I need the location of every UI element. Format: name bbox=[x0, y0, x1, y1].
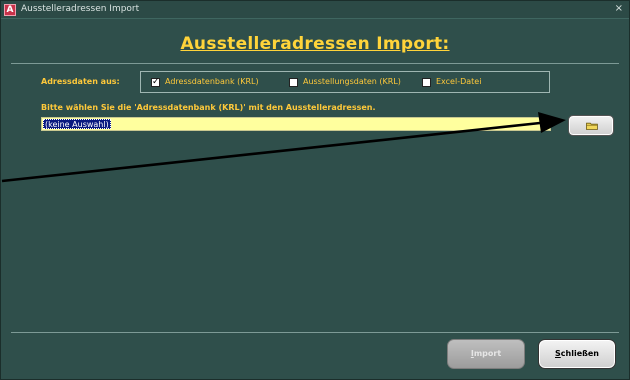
browse-button[interactable] bbox=[568, 115, 614, 136]
top-divider bbox=[11, 63, 619, 64]
close-label-rest: chließen bbox=[560, 349, 599, 358]
import-dialog: A Ausstelleradressen Import × Aussteller… bbox=[0, 0, 630, 380]
file-hint-text: Bitte wählen Sie die 'Adressdatenbank (K… bbox=[41, 103, 376, 112]
checkmark-icon: ✓ bbox=[152, 77, 160, 87]
bottom-divider bbox=[11, 332, 619, 333]
window-title: Ausstelleradressen Import bbox=[21, 4, 140, 14]
file-path-value: (keine Auswahl) bbox=[43, 119, 111, 129]
import-button[interactable]: Import bbox=[447, 339, 525, 369]
option-ausstellungsdaten-label[interactable]: Ausstellungsdaten (KRL) bbox=[303, 77, 401, 86]
source-label: Adressdaten aus: bbox=[41, 77, 120, 86]
access-app-icon: A bbox=[4, 4, 16, 16]
checkbox-adressdatenbank[interactable]: ✓ bbox=[151, 77, 160, 87]
close-button[interactable]: Schließen bbox=[538, 339, 616, 369]
close-icon[interactable]: × bbox=[615, 3, 623, 14]
import-label-rest: mport bbox=[473, 349, 502, 358]
checkbox-ausstellungsdaten[interactable] bbox=[289, 78, 298, 87]
file-path-field[interactable]: (keine Auswahl) bbox=[41, 117, 551, 131]
checkbox-excel-datei[interactable] bbox=[422, 78, 431, 87]
screenshot-stage: A Ausstelleradressen Import × Aussteller… bbox=[0, 0, 630, 380]
option-adressdatenbank-label[interactable]: Adressdatenbank (KRL) bbox=[165, 77, 259, 86]
option-excel-datei-label[interactable]: Excel-Datei bbox=[436, 77, 481, 86]
page-title: Ausstelleradressen Import: bbox=[180, 34, 450, 54]
folder-icon bbox=[586, 122, 598, 130]
title-bar[interactable]: A Ausstelleradressen Import × bbox=[1, 1, 629, 19]
